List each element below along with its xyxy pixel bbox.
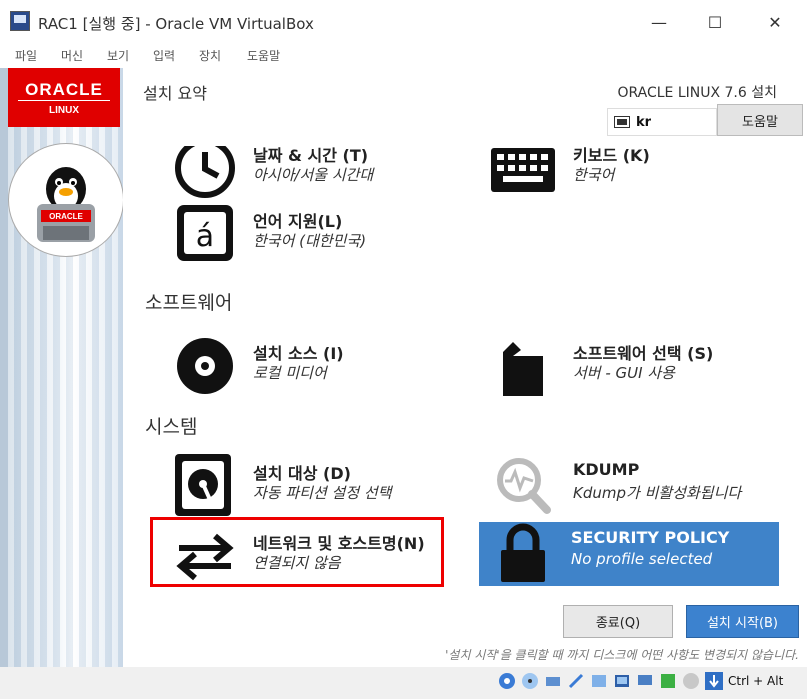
menu-view[interactable]: 보기 bbox=[107, 47, 129, 64]
keyboard-layout-label: kr bbox=[636, 114, 652, 130]
menu-file[interactable]: 파일 bbox=[15, 47, 37, 64]
menu-input[interactable]: 입력 bbox=[153, 47, 175, 64]
network-status-icon[interactable] bbox=[567, 672, 585, 690]
spoke-datetime[interactable]: 날짜 & 시간 (T) 아시아/서울 시간대 bbox=[173, 146, 473, 200]
disc-icon bbox=[173, 334, 237, 398]
hard-drive-icon bbox=[173, 454, 237, 518]
maximize-button[interactable]: ☐ bbox=[687, 4, 743, 40]
keyboard-icon bbox=[614, 116, 630, 128]
hard-disk-status-icon[interactable] bbox=[498, 672, 516, 690]
network-highlight-box bbox=[150, 517, 444, 587]
recording-status-icon[interactable] bbox=[659, 672, 677, 690]
menubar: 파일 머신 보기 입력 장치 도움말 bbox=[0, 42, 807, 68]
page-title: 설치 요약 bbox=[143, 84, 207, 103]
host-key-arrow-icon[interactable] bbox=[705, 672, 723, 690]
spoke-kdump[interactable]: KDUMP Kdump가 비활성화됩니다 bbox=[491, 454, 791, 518]
begin-installation-button[interactable]: 설치 시작(B) bbox=[686, 605, 799, 638]
host-key-label: Ctrl + Alt bbox=[728, 674, 784, 688]
installation-summary-hub: 설치 요약 ORACLE LINUX 7.6 설치 kr 도움말 날짜 & 시간… bbox=[123, 68, 807, 667]
optical-drive-status-icon[interactable] bbox=[521, 672, 539, 690]
package-icon bbox=[491, 334, 555, 398]
display-status-icon[interactable] bbox=[636, 672, 654, 690]
oracle-linux-logo: ORACLE LINUX bbox=[8, 68, 120, 127]
kdump-magnifier-icon bbox=[491, 454, 555, 518]
spoke-language-support[interactable]: á 언어 지원(L) 한국어 (대한민국) bbox=[173, 202, 473, 266]
minimize-button[interactable]: — bbox=[631, 4, 687, 40]
installer-sidebar: ORACLE LINUX ORACLE bbox=[8, 68, 123, 667]
window-title: RAC1 [실행 중] - Oracle VM VirtualBox bbox=[38, 15, 314, 33]
audio-status-icon[interactable] bbox=[544, 672, 562, 690]
close-button[interactable]: ✕ bbox=[747, 4, 803, 40]
tux-mascot-icon: ORACLE bbox=[8, 143, 123, 257]
help-button[interactable]: 도움말 bbox=[717, 104, 803, 136]
clock-icon bbox=[173, 146, 237, 200]
spoke-keyboard[interactable]: 키보드 (K) 한국어 bbox=[491, 146, 791, 200]
section-system: 시스템 bbox=[145, 416, 198, 438]
spoke-installation-source[interactable]: 설치 소스 (I) 로컬 미디어 bbox=[173, 334, 473, 398]
lock-icon bbox=[491, 522, 555, 586]
section-software: 소프트웨어 bbox=[145, 292, 233, 314]
quit-button[interactable]: 종료(Q) bbox=[563, 605, 673, 638]
usb-status-icon[interactable] bbox=[590, 672, 608, 690]
keyboard-layout-indicator[interactable]: kr bbox=[607, 108, 717, 136]
window-titlebar: RAC1 [실행 중] - Oracle VM VirtualBox — ☐ ✕ bbox=[0, 0, 807, 42]
virtualbox-app-icon bbox=[10, 11, 30, 31]
shared-folders-status-icon[interactable] bbox=[613, 672, 631, 690]
product-title: ORACLE LINUX 7.6 설치 bbox=[617, 85, 777, 101]
vm-statusbar: Ctrl + Alt bbox=[0, 667, 807, 699]
language-icon: á bbox=[173, 202, 237, 266]
disk-change-notice: '설치 시작'을 클릭할 때 까지 디스크에 어떤 사항도 변경되지 않습니다. bbox=[445, 648, 799, 662]
keyboard-icon bbox=[491, 146, 555, 200]
spoke-installation-destination[interactable]: 설치 대상 (D) 자동 파티션 설정 선택 bbox=[173, 454, 473, 518]
menu-devices[interactable]: 장치 bbox=[199, 47, 221, 64]
host-desktop-edge bbox=[0, 68, 8, 667]
svg-text:ORACLE: ORACLE bbox=[49, 212, 83, 221]
cpu-status-icon[interactable] bbox=[682, 672, 700, 690]
menu-help[interactable]: 도움말 bbox=[247, 47, 280, 64]
spoke-software-selection[interactable]: 소프트웨어 선택 (S) 서버 - GUI 사용 bbox=[491, 334, 791, 398]
svg-text:á: á bbox=[196, 219, 214, 254]
spoke-security-policy[interactable]: SECURITY POLICY No profile selected bbox=[479, 522, 779, 586]
menu-machine[interactable]: 머신 bbox=[61, 47, 83, 64]
